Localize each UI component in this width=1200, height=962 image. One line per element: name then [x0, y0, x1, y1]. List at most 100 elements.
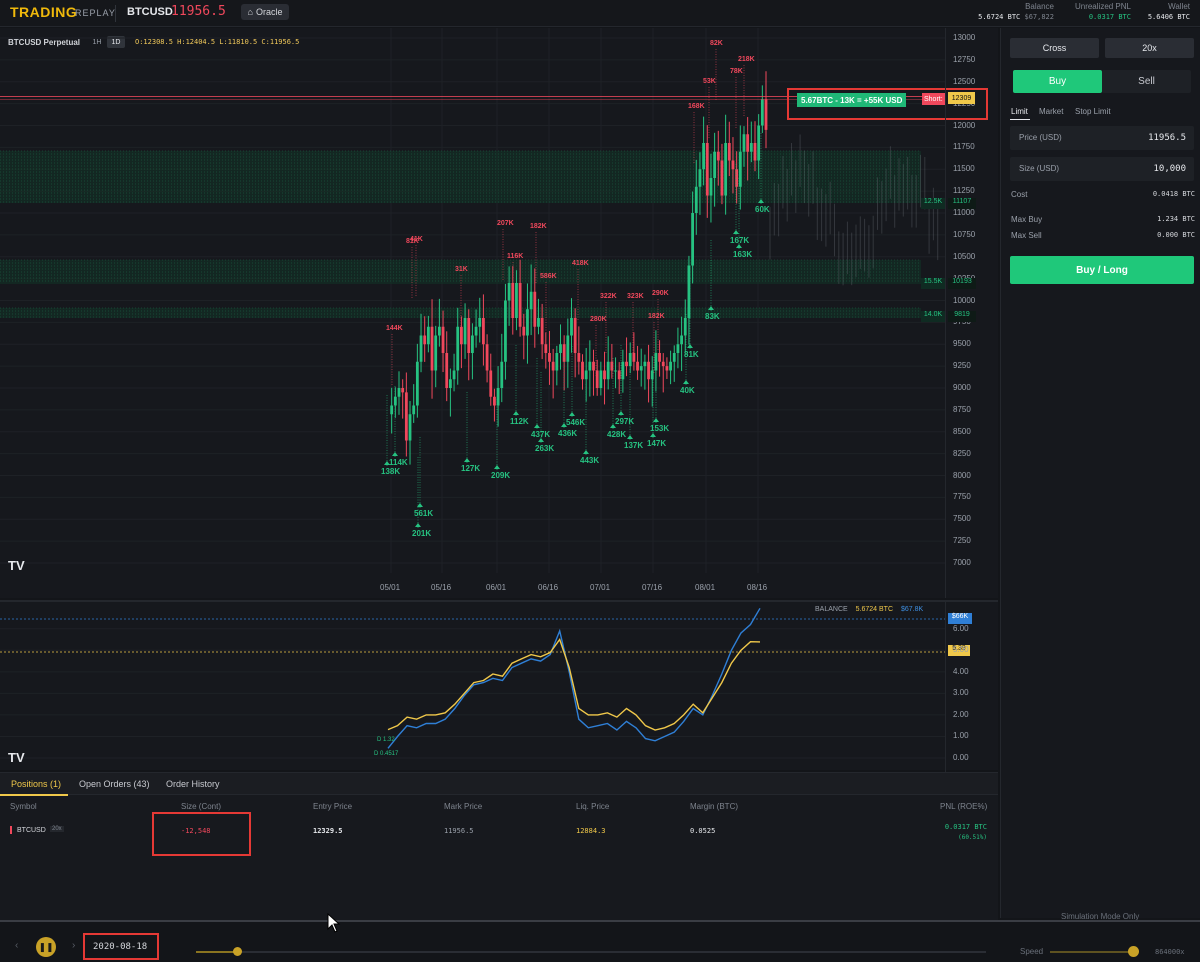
order-type-market[interactable]: Market — [1039, 107, 1063, 116]
highlight-box-date — [83, 933, 159, 960]
positions-tabbar — [0, 773, 998, 795]
candle — [467, 309, 471, 381]
row-roe: (60.51%) — [958, 834, 987, 841]
pause-icon: ❚❚ — [38, 941, 54, 952]
tab-order-history[interactable]: Order History — [166, 779, 220, 789]
price-tick-label: 11500 — [953, 164, 975, 174]
price-tick-label: 7500 — [953, 514, 971, 524]
unrealized-pnl-stat: Unrealized PNL 0.0317 BTC — [1075, 2, 1131, 21]
size-input[interactable]: Size (USD) 10,000 — [1010, 157, 1194, 181]
buy-volume-label: 297K — [615, 417, 634, 426]
candle — [672, 345, 676, 382]
candle — [632, 332, 636, 371]
buy-arrow-icon — [415, 523, 421, 527]
buy-volume-label: 163K — [733, 250, 752, 259]
buy-volume-label: 127K — [461, 464, 480, 473]
buy-volume-label: 209K — [491, 471, 510, 480]
buy-side-button[interactable]: Buy — [1013, 70, 1102, 93]
buy-volume-label: 546K — [566, 418, 585, 427]
balance-btc-line — [387, 637, 761, 731]
date-tick-label: 08/16 — [747, 583, 768, 592]
candle — [445, 331, 449, 402]
candle — [493, 388, 496, 422]
order-type-limit[interactable]: Limit — [1011, 107, 1028, 116]
buy-volume-label: 40K — [680, 386, 695, 395]
balance-btc: 5.6724 BTC — [978, 13, 1021, 21]
candle — [504, 283, 507, 380]
row-leverage-badge: 20x — [50, 826, 64, 832]
balance-tick-label: 5.00 — [953, 645, 969, 655]
side-indicator — [10, 826, 12, 834]
buy-volume-label: 137K — [624, 441, 643, 450]
price-tick-label: 10500 — [953, 251, 976, 261]
candle — [599, 361, 603, 396]
oracle-button[interactable]: ⌂ Oracle — [241, 4, 289, 20]
tradingview-logo: TV — [8, 558, 25, 573]
cost-label: Cost — [1011, 190, 1028, 199]
tab-positions[interactable]: Positions (1) — [11, 779, 61, 789]
price-tick-label: 9500 — [953, 339, 971, 349]
price-chart-panel[interactable]: BTCUSD Perpetual 1H 1D O:12308.5 H:12404… — [0, 28, 998, 598]
col-mark-price: Mark Price — [444, 802, 483, 811]
speed-slider-handle[interactable] — [1128, 946, 1139, 957]
row-symbol: BTCUSD — [17, 827, 46, 834]
playback-bar: ‹ ❚❚ › 2020-08-18 Speed 864000x — [0, 920, 1200, 962]
candle — [456, 307, 460, 385]
step-forward-icon[interactable]: › — [72, 940, 75, 951]
sell-volume-label: 168K — [688, 103, 705, 110]
candle — [584, 348, 588, 402]
speed-slider-track[interactable] — [1050, 951, 1135, 953]
balance-stat: Balance 5.6724 BTC $67,822 — [978, 2, 1054, 21]
timeline-track[interactable] — [196, 951, 986, 953]
buy-volume-label: 263K — [535, 444, 554, 453]
balance-chart-panel[interactable]: BALANCE 5.6724 BTC $67.8K $66K 5.39 6.00… — [0, 600, 998, 772]
pause-button[interactable]: ❚❚ — [36, 937, 56, 957]
sell-volume-label: 78K — [730, 68, 743, 75]
timeline-handle[interactable] — [233, 947, 242, 956]
margin-mode-button[interactable]: Cross — [1010, 38, 1099, 58]
buy-volume-label: 83K — [705, 312, 720, 321]
sell-volume-label: 218K — [738, 56, 755, 63]
candle — [617, 362, 621, 395]
price-input[interactable]: Price (USD) 11956.5 — [1010, 126, 1194, 150]
candle — [401, 379, 405, 419]
candle — [566, 318, 570, 388]
leverage-button[interactable]: 20x — [1105, 38, 1194, 58]
date-tick-label: 07/01 — [590, 583, 611, 592]
buy-volume-label: 114K — [389, 458, 408, 467]
tab-open-orders[interactable]: Open Orders (43) — [79, 779, 150, 789]
price-input-label: Price (USD) — [1019, 133, 1062, 142]
liquidity-zone — [0, 307, 921, 318]
tab-positions-underline — [0, 794, 68, 796]
buy-volume-label: 428K — [607, 430, 626, 439]
candle — [522, 313, 526, 360]
candle — [639, 348, 643, 387]
start-label-2: D 0.4517 — [374, 751, 399, 757]
max-buy-label: Max Buy — [1011, 215, 1043, 224]
sell-side-button[interactable]: Sell — [1102, 70, 1191, 93]
buy-arrow-icon — [683, 380, 689, 384]
candle — [452, 353, 456, 392]
position-row[interactable]: BTCUSD 20x -12,548 12329.5 11956.5 12884… — [0, 818, 998, 846]
highlight-box-size — [152, 812, 251, 856]
candle — [426, 315, 430, 353]
symbol-selector[interactable]: BTCUSD — [127, 6, 173, 18]
sell-volume-label: 116K — [507, 253, 523, 260]
cost-row: Cost 0.0418 BTC — [1011, 190, 1195, 199]
buy-arrow-icon — [534, 424, 540, 428]
candle — [636, 345, 639, 380]
candle — [676, 327, 680, 369]
size-input-value: 10,000 — [1153, 164, 1186, 174]
mouse-cursor-icon — [327, 913, 341, 933]
buy-volume-label: 436K — [558, 429, 577, 438]
submit-buy-long-button[interactable]: Buy / Long — [1010, 256, 1194, 284]
sell-volume-label: 322K — [600, 293, 617, 300]
balance-chart[interactable] — [0, 602, 945, 772]
price-tick-label: 8500 — [953, 426, 971, 436]
wallet-label: Wallet — [1168, 2, 1190, 11]
step-back-icon[interactable]: ‹ — [15, 940, 18, 951]
max-sell-value: 0.000 BTC — [1157, 231, 1195, 239]
sell-volume-label: 207K — [497, 220, 514, 227]
order-type-stop-limit[interactable]: Stop Limit — [1075, 107, 1111, 116]
candle — [471, 323, 474, 380]
